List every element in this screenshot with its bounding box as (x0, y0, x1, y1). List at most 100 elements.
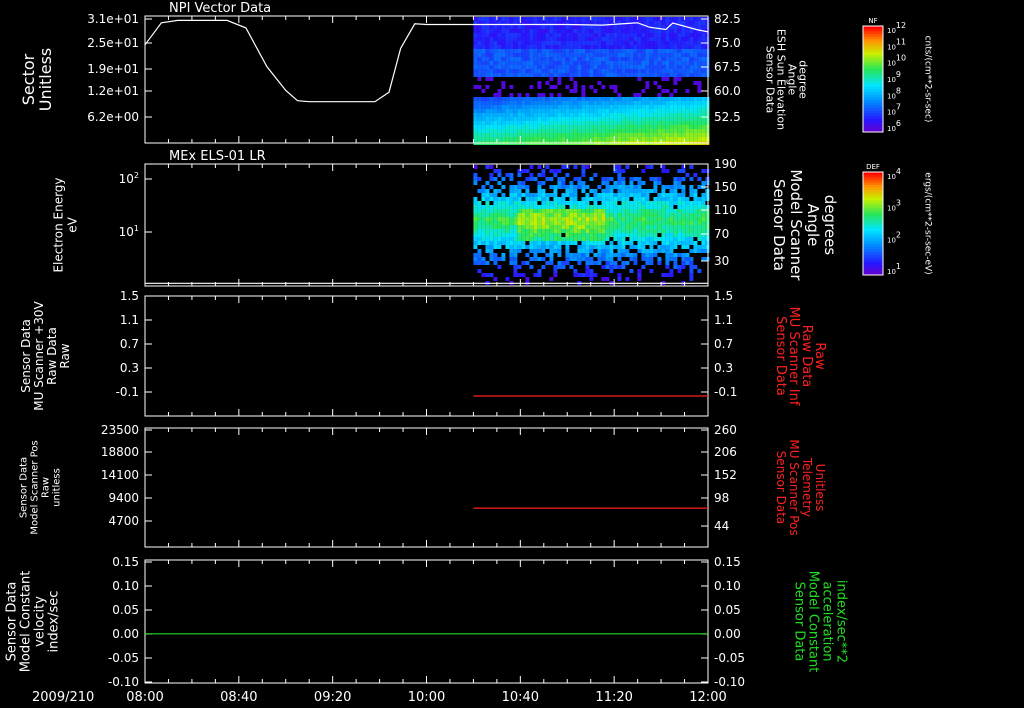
spectrogram-cell (553, 117, 558, 121)
spectrogram-cell (593, 41, 598, 45)
spectrogram-cell (509, 185, 514, 189)
spectrogram-cell (681, 221, 686, 225)
spectrogram-cell (473, 133, 478, 137)
spectrogram-cell (685, 245, 690, 249)
spectrogram-cell (685, 29, 690, 33)
spectrogram-cell (617, 133, 622, 137)
spectrogram-cell (677, 185, 682, 189)
y-axis-label-left: Sensor Data (5, 582, 20, 662)
spectrogram-cell (681, 41, 686, 45)
spectrogram-cell (693, 105, 698, 109)
spectrogram-cell (665, 257, 670, 261)
spectrogram-cell (581, 117, 586, 121)
spectrogram-cell (617, 225, 622, 229)
spectrogram-cell (537, 105, 542, 109)
spectrogram-cell (593, 69, 598, 73)
spectrogram-cell (637, 189, 642, 193)
spectrogram-cell (677, 197, 682, 201)
spectrogram-cell (545, 69, 550, 73)
spectrogram-cell (697, 97, 702, 101)
spectrogram-cell (625, 65, 630, 69)
spectrogram-cell (633, 25, 638, 29)
spectrogram-cell (545, 209, 550, 213)
spectrogram-cell (633, 129, 638, 133)
spectrogram-cell (589, 57, 594, 61)
spectrogram-cell (681, 45, 686, 49)
spectrogram-cell (561, 185, 566, 189)
spectrogram-cell (545, 197, 550, 201)
spectrogram-cell (701, 113, 706, 117)
spectrogram-cell (561, 201, 566, 205)
spectrogram-cell (557, 25, 562, 29)
spectrogram-cell (689, 273, 694, 277)
spectrogram-cell (601, 65, 606, 69)
spectrogram-cell (545, 133, 550, 137)
spectrogram-cell (521, 17, 526, 21)
spectrogram-cell (629, 189, 634, 193)
spectrogram-cell (677, 101, 682, 105)
spectrogram-cell (497, 105, 502, 109)
tick-exponent: 11 (896, 37, 906, 46)
spectrogram-cell (549, 201, 554, 205)
spectrogram-cell (513, 225, 518, 229)
spectrogram-cell (557, 133, 562, 137)
spectrogram-cell (621, 61, 626, 65)
spectrogram-cell (633, 121, 638, 125)
spectrogram-cell (565, 61, 570, 65)
spectrogram-cell (589, 197, 594, 201)
spectrogram-cell (533, 97, 538, 101)
spectrogram-cell (545, 165, 550, 169)
spectrogram-cell (657, 249, 662, 253)
spectrogram-cell (501, 65, 506, 69)
spectrogram-cell (557, 57, 562, 61)
spectrogram-cell (493, 97, 498, 101)
spectrogram-cell (641, 169, 646, 173)
spectrogram-cell (609, 177, 614, 181)
spectrogram-cell (541, 213, 546, 217)
spectrogram-cell (641, 201, 646, 205)
spectrogram-cell (701, 197, 706, 201)
spectrogram-cell (561, 265, 566, 269)
spectrogram-cell (685, 49, 690, 53)
spectrogram-cell (673, 233, 678, 237)
spectrogram-cell (661, 229, 666, 233)
spectrogram-cell (593, 17, 598, 21)
spectrogram-cell (477, 69, 482, 73)
spectrogram-cell (505, 73, 510, 77)
spectrogram-cell (509, 49, 514, 53)
spectrogram-cell (693, 65, 698, 69)
spectrogram-cell (525, 137, 530, 141)
spectrogram-cell (509, 217, 514, 221)
spectrogram-cell (645, 113, 650, 117)
spectrogram-cell (613, 89, 618, 93)
spectrogram-cell (557, 49, 562, 53)
spectrogram-cell (621, 169, 626, 173)
spectrogram-cell (549, 97, 554, 101)
spectrogram-cell (565, 33, 570, 37)
spectrogram-cell (657, 33, 662, 37)
spectrogram-cell (705, 137, 710, 141)
spectrogram-cell (537, 133, 542, 137)
spectrogram-cell (657, 57, 662, 61)
spectrogram-cell (561, 25, 566, 29)
spectrogram-cell (629, 257, 634, 261)
spectrogram-cell (593, 105, 598, 109)
spectrogram-cell (553, 173, 558, 177)
spectrogram-cell (489, 213, 494, 217)
spectrogram-cell (477, 113, 482, 117)
spectrogram-cell (509, 197, 514, 201)
spectrogram-cell (493, 229, 498, 233)
spectrogram-cell (529, 61, 534, 65)
spectrogram-cell (673, 73, 678, 77)
spectrogram-cell (669, 205, 674, 209)
spectrogram-cell (485, 213, 490, 217)
spectrogram-cell (677, 237, 682, 241)
spectrogram-cell (541, 57, 546, 61)
spectrogram-cell (589, 61, 594, 65)
spectrogram-cell (649, 165, 654, 169)
spectrogram-cell (577, 137, 582, 141)
spectrogram-cell (649, 233, 654, 237)
spectrogram-cell (685, 225, 690, 229)
spectrogram-cell (629, 29, 634, 33)
spectrogram-cell (609, 129, 614, 133)
